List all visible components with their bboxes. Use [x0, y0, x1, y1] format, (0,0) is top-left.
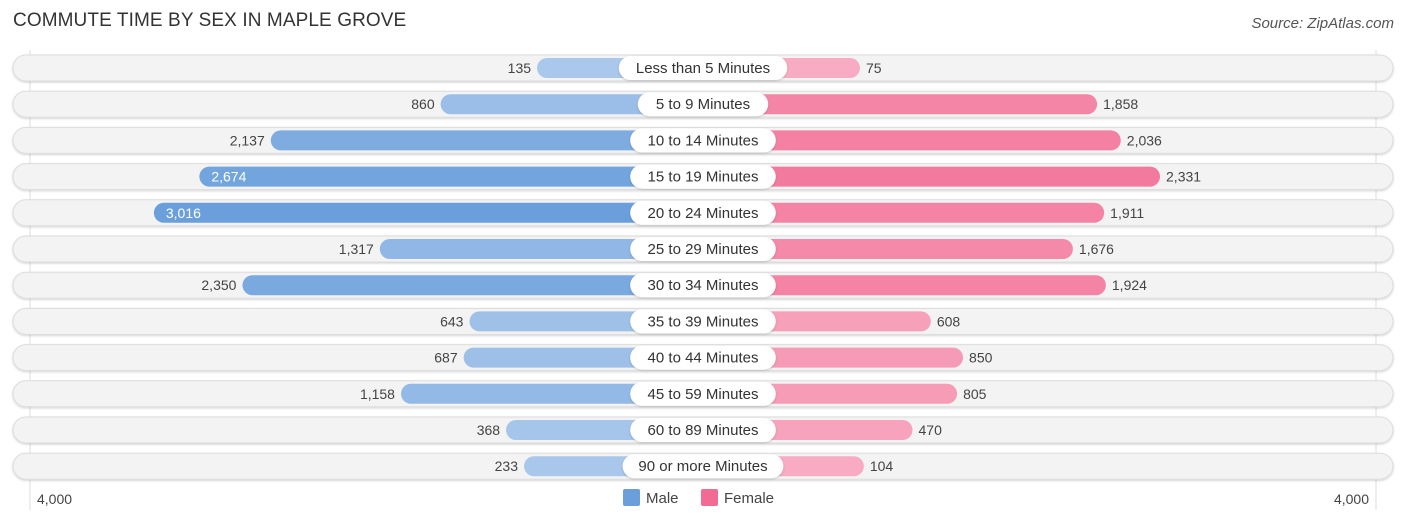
legend-swatch-female: [701, 489, 718, 506]
axis-label-right: 4,000: [1334, 491, 1369, 507]
chart-row: 2,674 2,331 15 to 19 Minutes: [12, 163, 1394, 191]
value-label-male: 233: [495, 458, 519, 474]
value-label-female: 608: [937, 313, 961, 329]
value-label-male: 860: [411, 96, 435, 112]
legend-label-male: Male: [646, 490, 679, 507]
value-label-male: 3,016: [166, 205, 201, 221]
chart-row: 2,350 1,924 30 to 34 Minutes: [12, 271, 1394, 299]
category-label: Less than 5 Minutes: [636, 60, 770, 77]
chart-row: 233 104 90 or more Minutes: [12, 452, 1394, 480]
value-label-male: 687: [434, 350, 458, 366]
chart-row: 860 1,858 5 to 9 Minutes: [12, 90, 1394, 118]
category-label: 25 to 29 Minutes: [648, 241, 759, 258]
category-label: 45 to 59 Minutes: [648, 386, 759, 403]
value-label-female: 805: [963, 386, 987, 402]
chart-row: 3,016 1,911 20 to 24 Minutes: [12, 199, 1394, 227]
chart-row: 643 608 35 to 39 Minutes: [12, 307, 1394, 335]
axis-label-left: 4,000: [37, 491, 72, 507]
value-label-female: 1,858: [1103, 96, 1138, 112]
chart-row: 1,158 805 45 to 59 Minutes: [12, 380, 1394, 408]
category-label: 35 to 39 Minutes: [648, 313, 759, 330]
category-label: 40 to 44 Minutes: [648, 350, 759, 367]
value-label-female: 1,924: [1112, 277, 1147, 293]
legend-label-female: Female: [724, 490, 774, 507]
chart-row: 368 470 60 to 89 Minutes: [12, 416, 1394, 444]
category-label: 60 to 89 Minutes: [648, 422, 759, 439]
value-label-male: 643: [440, 313, 464, 329]
value-label-male: 368: [477, 422, 501, 438]
value-label-female: 104: [870, 458, 894, 474]
legend: Male Female: [623, 489, 774, 507]
value-label-female: 470: [919, 422, 943, 438]
value-label-female: 850: [969, 350, 993, 366]
category-label: 90 or more Minutes: [638, 458, 767, 475]
chart-row: 1,317 1,676 25 to 29 Minutes: [12, 235, 1394, 263]
category-label: 30 to 34 Minutes: [648, 277, 759, 294]
value-label-male: 2,137: [230, 132, 265, 148]
value-label-male: 1,317: [339, 241, 374, 257]
category-label: 5 to 9 Minutes: [656, 96, 750, 113]
category-label: 15 to 19 Minutes: [648, 169, 759, 186]
chart-row: 135 75 Less than 5 Minutes: [12, 54, 1394, 82]
chart-row: 687 850 40 to 44 Minutes: [12, 344, 1394, 372]
bar-male: [199, 166, 703, 187]
value-label-female: 1,911: [1110, 205, 1144, 221]
chart-row: 2,137 2,036 10 to 14 Minutes: [12, 126, 1394, 154]
value-label-female: 2,036: [1127, 132, 1162, 148]
value-label-female: 2,331: [1166, 169, 1201, 185]
category-label: 20 to 24 Minutes: [648, 205, 759, 222]
value-label-male: 2,674: [211, 169, 246, 185]
value-label-female: 75: [866, 60, 882, 76]
value-label-male: 135: [508, 60, 532, 76]
value-label-male: 1,158: [360, 386, 395, 402]
value-label-female: 1,676: [1079, 241, 1114, 257]
category-label: 10 to 14 Minutes: [648, 132, 759, 149]
bar-male: [153, 202, 703, 223]
value-label-male: 2,350: [201, 277, 236, 293]
legend-swatch-male: [623, 489, 640, 506]
chart-svg: 135 75 Less than 5 Minutes 860 1,858 5 to 9 M…: [12, 50, 1394, 510]
